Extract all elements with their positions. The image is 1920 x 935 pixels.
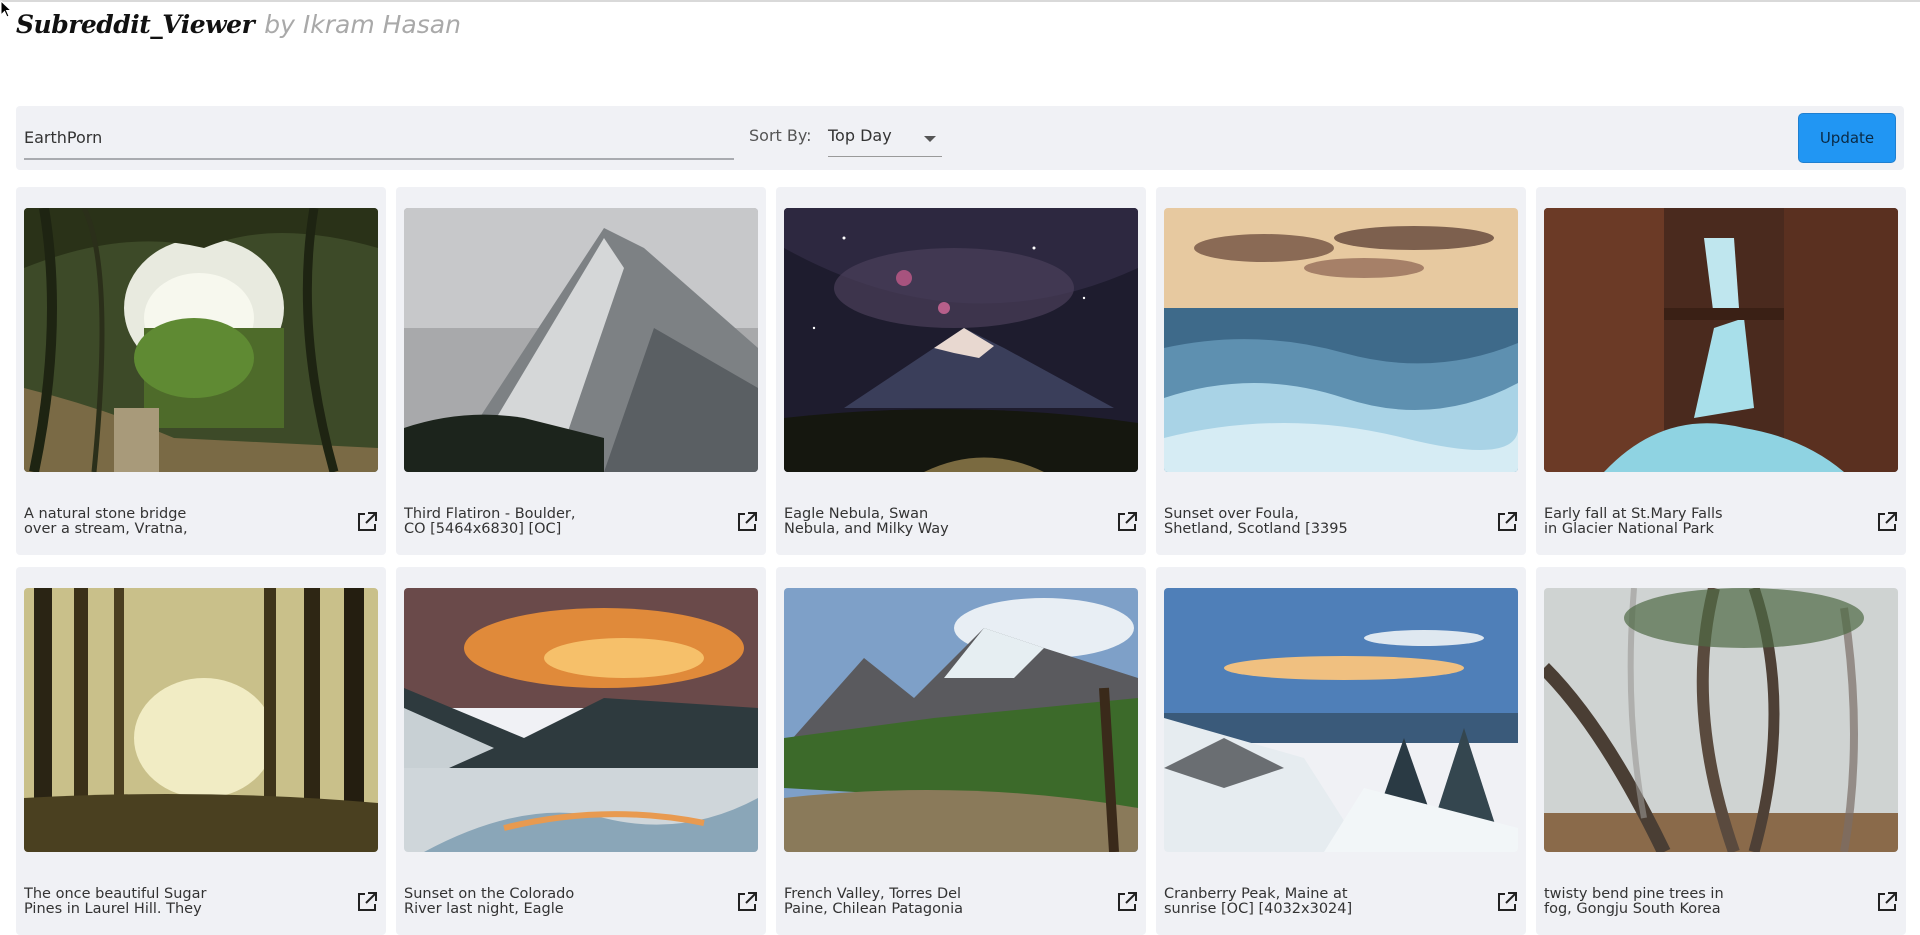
update-button[interactable]: Update [1798,113,1896,163]
milky-way-mountain-photo [784,208,1138,472]
post-title: Early fall at St.Mary Falls in Glacier N… [1544,507,1723,537]
author-credit: by Ikram Hasan [264,10,461,39]
post-title: Sunset on the Colorado River last night,… [404,887,575,917]
post-card: The once beautiful Sugar Pines in Laurel… [16,567,386,935]
search-toolbar: Sort By: Top Day Update [16,106,1904,170]
post-image[interactable] [1164,588,1518,852]
open-in-new-icon[interactable] [356,511,378,533]
post-image[interactable] [1164,208,1518,472]
open-in-new-icon[interactable] [1876,891,1898,913]
top-border [0,0,1920,2]
post-title: A natural stone bridge over a stream, Vr… [24,507,188,537]
post-image[interactable] [784,588,1138,852]
post-image[interactable] [784,208,1138,472]
post-card: Sunset over Foula, Shetland, Scotland [3… [1156,187,1526,555]
open-in-new-icon[interactable] [1496,511,1518,533]
ocean-waves-sunset-photo [1164,208,1518,472]
open-in-new-icon[interactable] [1116,891,1138,913]
post-image[interactable] [404,588,758,852]
waterfall-canyon-photo [1544,208,1898,472]
post-image[interactable] [1544,588,1898,852]
post-title: Eagle Nebula, Swan Nebula, and Milky Way [784,507,949,537]
app-title: Subreddit_Viewer [16,10,255,39]
post-card: Early fall at St.Mary Falls in Glacier N… [1536,187,1906,555]
open-in-new-icon[interactable] [736,511,758,533]
twisted-pines-fog-photo [1544,588,1898,852]
pine-forest-sunlight-photo [24,588,378,852]
post-card: French Valley, Torres Del Paine, Chilean… [776,567,1146,935]
open-in-new-icon[interactable] [1496,891,1518,913]
mouse-cursor-icon [0,0,13,18]
post-card: Third Flatiron - Boulder, CO [5464x6830]… [396,187,766,555]
snowy-peak-photo [1164,588,1518,852]
open-in-new-icon[interactable] [1116,511,1138,533]
post-image[interactable] [24,208,378,472]
post-title: French Valley, Torres Del Paine, Chilean… [784,887,964,917]
chevron-down-icon [924,136,936,142]
open-in-new-icon[interactable] [1876,511,1898,533]
open-in-new-icon[interactable] [356,891,378,913]
patagonia-valley-photo [784,588,1138,852]
post-card: Cranberry Peak, Maine at sunrise [OC] [4… [1156,567,1526,935]
post-title: Sunset over Foula, Shetland, Scotland [3… [1164,507,1348,537]
open-in-new-icon[interactable] [736,891,758,913]
subreddit-input[interactable] [24,124,724,150]
post-title: twisty bend pine trees in fog, Gongju So… [1544,887,1724,917]
post-title: The once beautiful Sugar Pines in Laurel… [24,887,207,917]
post-card: Eagle Nebula, Swan Nebula, and Milky Way [776,187,1146,555]
post-card: A natural stone bridge over a stream, Vr… [16,187,386,555]
foggy-mountain-photo [404,208,758,472]
post-title: Cranberry Peak, Maine at sunrise [OC] [4… [1164,887,1353,917]
river-sunset-photo [404,588,758,852]
sort-selected-value: Top Day [828,126,892,145]
app-header: Subreddit_Viewer by Ikram Hasan [16,10,461,44]
sort-select[interactable]: Top Day [828,118,942,157]
post-card: Sunset on the Colorado River last night,… [396,567,766,935]
post-image[interactable] [404,208,758,472]
post-image[interactable] [24,588,378,852]
forest-arch-photo [24,208,378,472]
sort-by-label: Sort By: [749,126,812,145]
post-card: twisty bend pine trees in fog, Gongju So… [1536,567,1906,935]
post-title: Third Flatiron - Boulder, CO [5464x6830]… [404,507,576,537]
post-image[interactable] [1544,208,1898,472]
subreddit-field [24,118,734,160]
